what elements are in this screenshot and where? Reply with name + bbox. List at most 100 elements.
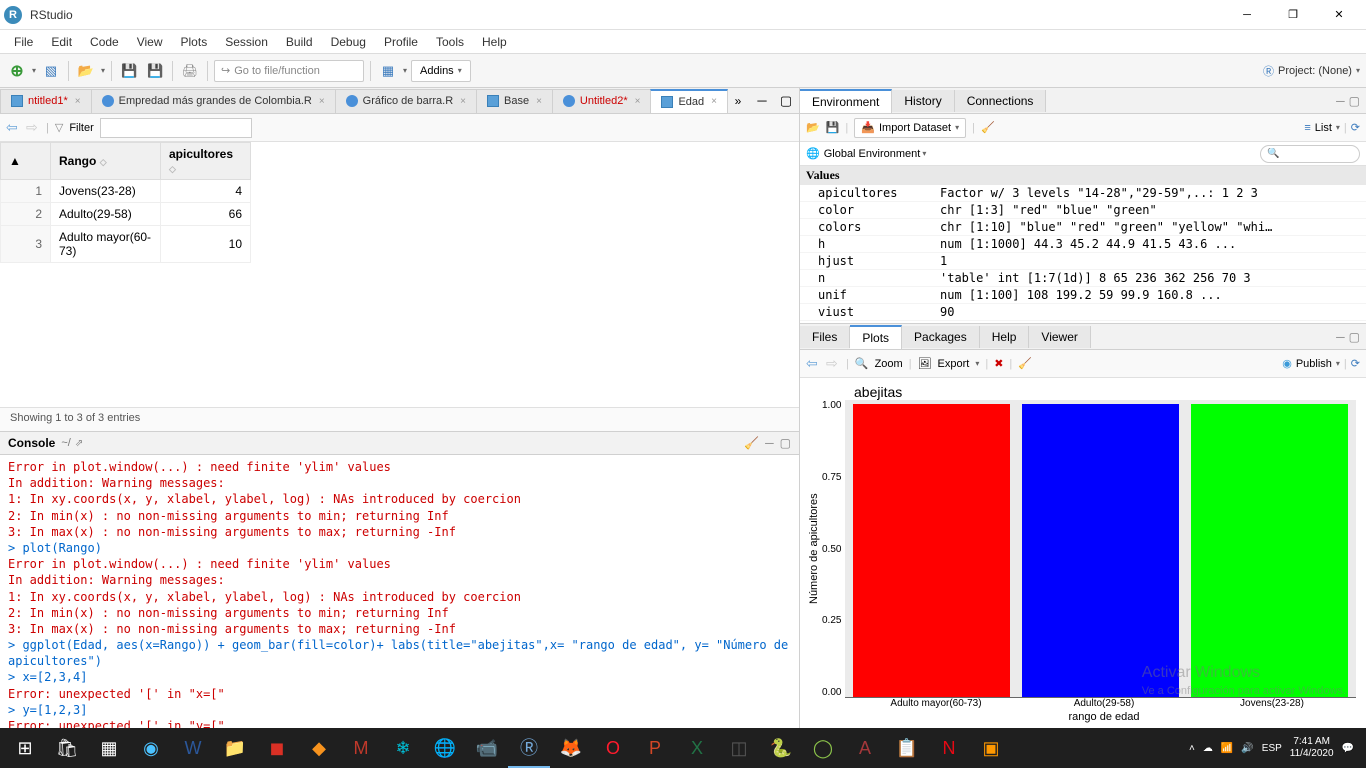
menu-view[interactable]: View bbox=[129, 32, 171, 52]
save-all-icon[interactable]: 💾 bbox=[144, 60, 166, 82]
menu-build[interactable]: Build bbox=[278, 32, 321, 52]
minimize-button[interactable]: ─ bbox=[1224, 0, 1270, 30]
list-view-icon[interactable]: ≡ bbox=[1304, 122, 1310, 134]
maximize-console-icon[interactable]: ▢ bbox=[780, 436, 791, 450]
menu-file[interactable]: File bbox=[6, 32, 41, 52]
prev-plot-icon[interactable]: ⇦ bbox=[806, 355, 820, 372]
table-row[interactable]: 2Adulto(29-58)66 bbox=[1, 203, 251, 226]
env-row[interactable]: n'table' int [1:7(1d)] 8 65 236 362 256 … bbox=[800, 270, 1366, 287]
task-access-icon[interactable]: A bbox=[844, 728, 886, 768]
tab-history[interactable]: History bbox=[892, 90, 954, 112]
env-row[interactable]: unifnum [1:100] 108 199.2 59 99.9 160.8 … bbox=[800, 287, 1366, 304]
new-file-icon[interactable]: ⊕ bbox=[6, 60, 28, 82]
task-word-icon[interactable]: W bbox=[172, 728, 214, 768]
menu-edit[interactable]: Edit bbox=[43, 32, 80, 52]
publish-icon[interactable]: ◉ bbox=[1282, 357, 1292, 370]
zoom-icon[interactable]: 🔍 bbox=[855, 357, 869, 370]
env-list[interactable]: Values apicultoresFactor w/ 3 levels "14… bbox=[800, 166, 1366, 323]
task-ppt-icon[interactable]: P bbox=[634, 728, 676, 768]
menu-code[interactable]: Code bbox=[82, 32, 127, 52]
close-icon[interactable]: × bbox=[536, 96, 542, 107]
print-icon[interactable]: 🖨 bbox=[179, 60, 201, 82]
tab-packages[interactable]: Packages bbox=[902, 326, 980, 348]
load-workspace-icon[interactable]: 📂 bbox=[806, 121, 820, 134]
menu-debug[interactable]: Debug bbox=[323, 32, 374, 52]
tray-clock[interactable]: 7:41 AM11/4/2020 bbox=[1290, 736, 1334, 760]
task-app3-icon[interactable]: ❄ bbox=[382, 728, 424, 768]
table-row[interactable]: 3Adulto mayor(60-73)10 bbox=[1, 226, 251, 263]
minimize-plot-icon[interactable]: ─ bbox=[1336, 330, 1345, 344]
close-icon[interactable]: × bbox=[635, 96, 641, 107]
maximize-pane-icon[interactable]: ▢ bbox=[775, 90, 797, 112]
env-row[interactable]: apicultoresFactor w/ 3 levels "14-28","2… bbox=[800, 185, 1366, 202]
refresh-plot-icon[interactable]: ⟳ bbox=[1351, 357, 1360, 370]
menu-profile[interactable]: Profile bbox=[376, 32, 426, 52]
task-app2-icon[interactable]: M bbox=[340, 728, 382, 768]
col-apicultores[interactable]: apicultores ◇ bbox=[161, 143, 251, 180]
save-workspace-icon[interactable]: 💾 bbox=[826, 121, 840, 134]
grid-icon[interactable]: ▦ bbox=[377, 60, 399, 82]
close-icon[interactable]: × bbox=[319, 96, 325, 107]
tab-files[interactable]: Files bbox=[800, 326, 850, 348]
tab-environment[interactable]: Environment bbox=[800, 89, 892, 113]
tab-edad[interactable]: Edad× bbox=[650, 89, 728, 113]
project-menu[interactable]: ⓇProject: (None)▾ bbox=[1263, 63, 1360, 79]
task-explorer-icon[interactable]: 📁 bbox=[214, 728, 256, 768]
task-edge-icon[interactable]: ◉ bbox=[130, 728, 172, 768]
open-file-icon[interactable]: 📂 bbox=[75, 60, 97, 82]
task-python-icon[interactable]: 🐍 bbox=[760, 728, 802, 768]
task-app4-icon[interactable]: ◫ bbox=[718, 728, 760, 768]
clear-env-icon[interactable]: 🧹 bbox=[981, 121, 995, 134]
forward-icon[interactable]: ⇨ bbox=[26, 119, 40, 136]
task-app1-icon[interactable]: ◆ bbox=[298, 728, 340, 768]
export-icon[interactable]: 🖼 bbox=[918, 357, 932, 370]
task-opera-icon[interactable]: O bbox=[592, 728, 634, 768]
back-icon[interactable]: ⇦ bbox=[6, 119, 20, 136]
env-row[interactable]: hjust1 bbox=[800, 253, 1366, 270]
console-output[interactable]: Error in plot.window(...) : need finite … bbox=[0, 455, 799, 728]
tab-viewer[interactable]: Viewer bbox=[1029, 326, 1090, 348]
tab-untitled1[interactable]: ntitled1*× bbox=[0, 89, 92, 113]
tray-lang[interactable]: ESP bbox=[1262, 743, 1282, 754]
tab-grafico[interactable]: Gráfico de barra.R× bbox=[335, 89, 477, 113]
env-search-input[interactable] bbox=[1260, 145, 1360, 163]
close-button[interactable]: ✕ bbox=[1316, 0, 1362, 30]
tab-connections[interactable]: Connections bbox=[955, 90, 1047, 112]
refresh-env-icon[interactable]: ⟳ bbox=[1351, 121, 1360, 134]
filter-icon[interactable]: ▽ bbox=[55, 121, 63, 134]
goto-file-input[interactable]: ↪Go to file/function bbox=[214, 60, 364, 82]
tab-help[interactable]: Help bbox=[980, 326, 1030, 348]
close-icon[interactable]: × bbox=[460, 96, 466, 107]
task-zoom-icon[interactable]: 📹 bbox=[466, 728, 508, 768]
minimize-env-icon[interactable]: ─ bbox=[1336, 94, 1345, 108]
task-chrome-icon[interactable]: 🌐 bbox=[424, 728, 466, 768]
minimize-console-icon[interactable]: ─ bbox=[765, 436, 774, 450]
env-row[interactable]: viust90 bbox=[800, 304, 1366, 321]
task-pdf-icon[interactable]: ◼ bbox=[256, 728, 298, 768]
clear-console-icon[interactable]: 🧹 bbox=[744, 436, 759, 450]
maximize-plot-icon[interactable]: ▢ bbox=[1349, 330, 1360, 344]
task-view-icon[interactable]: ▦ bbox=[88, 728, 130, 768]
start-button[interactable]: ⊞ bbox=[4, 728, 46, 768]
tab-base[interactable]: Base× bbox=[476, 89, 553, 113]
env-row[interactable]: colorchr [1:3] "red" "blue" "green" bbox=[800, 202, 1366, 219]
clear-plots-icon[interactable]: 🧹 bbox=[1018, 357, 1032, 370]
tab-untitled2[interactable]: Untitled2*× bbox=[552, 89, 652, 113]
table-row[interactable]: 1Jovens(23-28)4 bbox=[1, 180, 251, 203]
task-app6-icon[interactable]: 📋 bbox=[886, 728, 928, 768]
import-dataset-button[interactable]: 📥Import Dataset▾ bbox=[854, 118, 966, 138]
close-icon[interactable]: × bbox=[711, 96, 717, 107]
col-rango[interactable]: Rango ◇ bbox=[51, 143, 161, 180]
save-icon[interactable]: 💾 bbox=[118, 60, 140, 82]
task-firefox-icon[interactable]: 🦊 bbox=[550, 728, 592, 768]
filter-input[interactable] bbox=[100, 118, 252, 138]
env-row[interactable]: colorschr [1:10] "blue" "red" "green" "y… bbox=[800, 219, 1366, 236]
menu-plots[interactable]: Plots bbox=[173, 32, 216, 52]
tab-empredad[interactable]: Empredad más grandes de Colombia.R× bbox=[91, 89, 336, 113]
new-project-icon[interactable]: ▧ bbox=[40, 60, 62, 82]
remove-plot-icon[interactable]: ✖ bbox=[994, 357, 1003, 370]
task-excel-icon[interactable]: X bbox=[676, 728, 718, 768]
tray-wifi-icon[interactable]: 📶 bbox=[1221, 743, 1233, 754]
menu-session[interactable]: Session bbox=[217, 32, 276, 52]
task-app5-icon[interactable]: ◯ bbox=[802, 728, 844, 768]
